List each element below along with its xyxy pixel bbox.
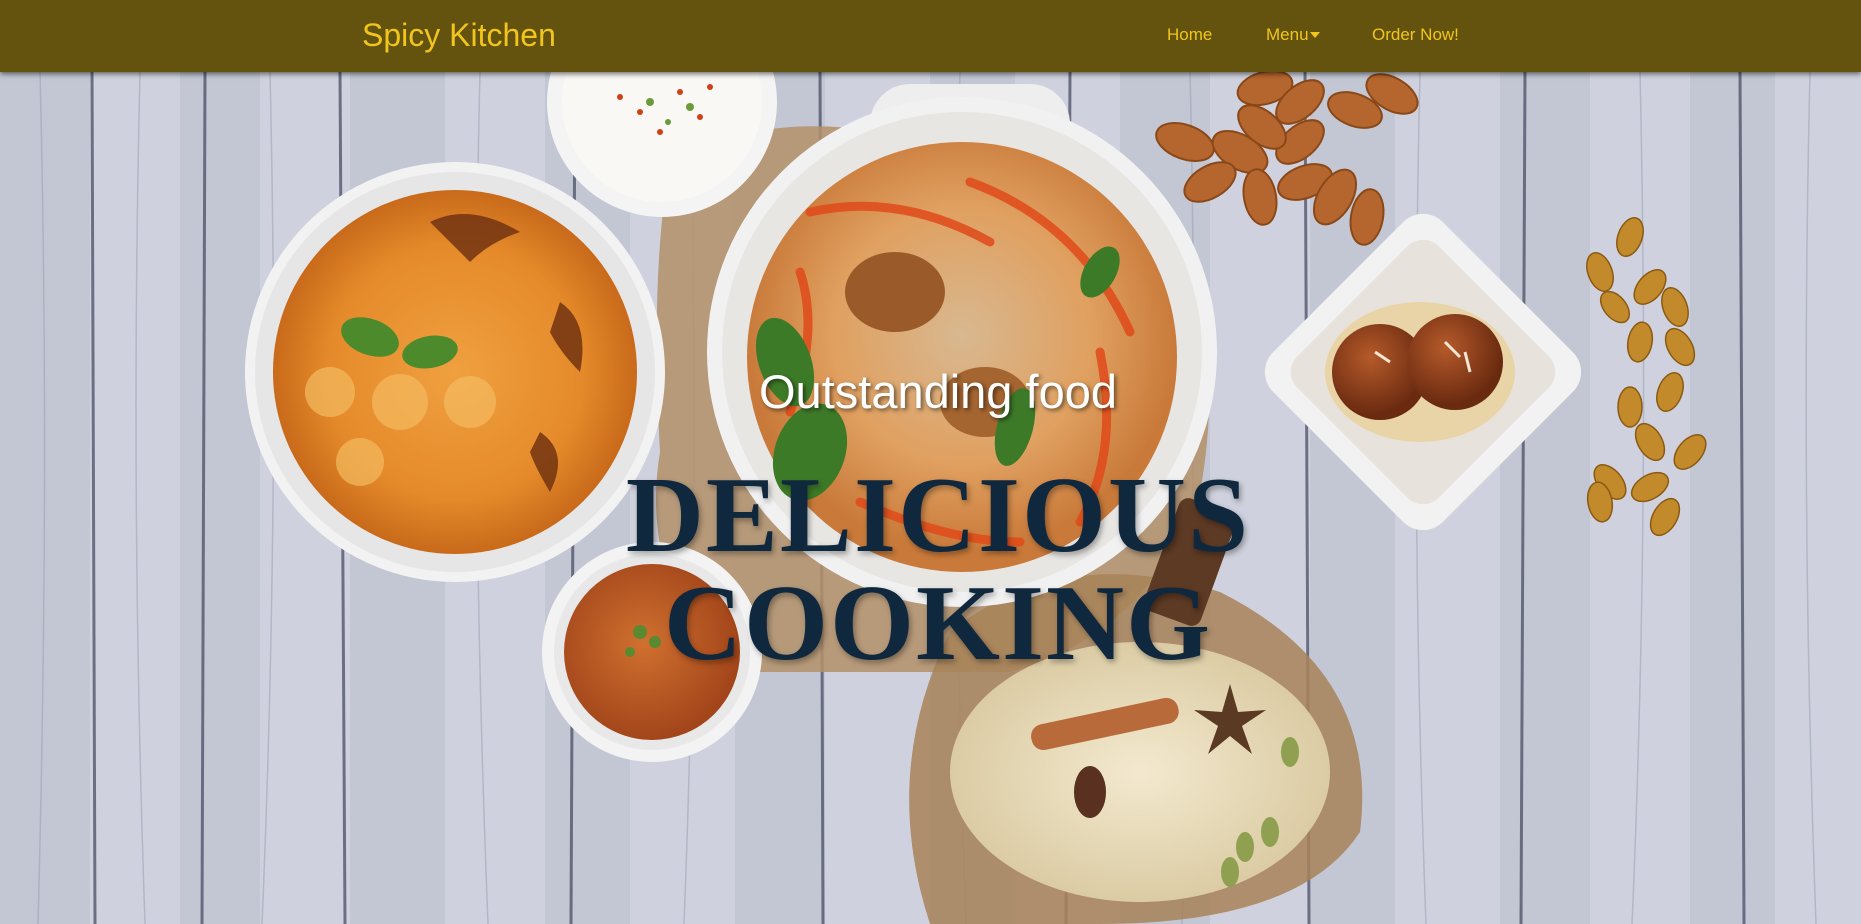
- hero-section: Outstanding food DELICIOUS COOKING: [0, 72, 1861, 924]
- nav-link-menu[interactable]: Menu: [1266, 25, 1320, 45]
- nav-link-menu-label: Menu: [1266, 25, 1309, 44]
- caret-down-icon: [1309, 32, 1320, 38]
- hero-subtitle: Outstanding food: [759, 365, 1117, 418]
- hero-title-line-2: COOKING: [663, 564, 1213, 683]
- hero-title: DELICIOUS COOKING: [0, 462, 1861, 678]
- top-navbar: Spicy Kitchen Home Menu Order Now!: [0, 0, 1861, 72]
- brand-logo-text[interactable]: Spicy Kitchen: [362, 17, 556, 54]
- nav-link-home[interactable]: Home: [1167, 25, 1212, 45]
- hero-title-line-1: DELICIOUS: [625, 456, 1251, 575]
- nav-link-order-now[interactable]: Order Now!: [1372, 25, 1459, 45]
